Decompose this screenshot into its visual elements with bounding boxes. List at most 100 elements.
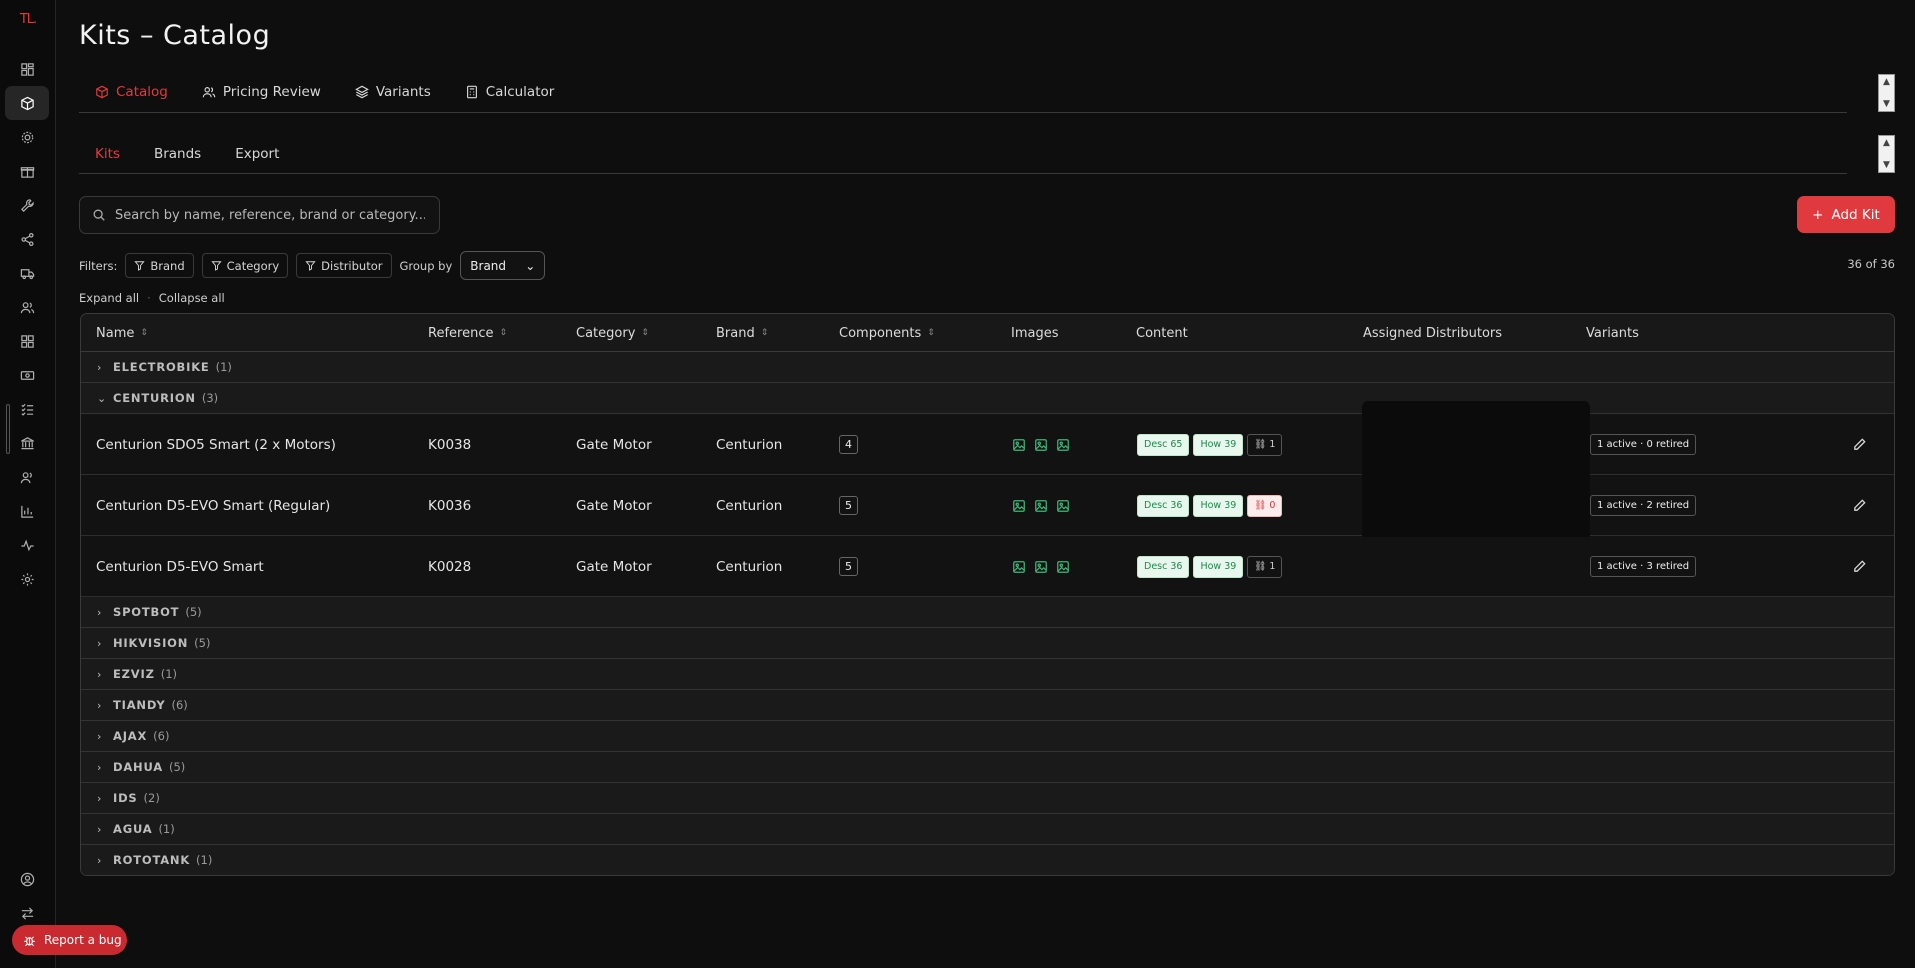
kit-name[interactable]: Centurion SDO5 Smart (2 x Motors) [96,414,336,475]
how-badge[interactable]: How 39 [1193,555,1244,578]
image-icon[interactable] [1056,560,1070,574]
group-row-tiandy[interactable]: › TIANDY (6) [81,690,1894,721]
sort-icon: ⇕ [760,328,769,338]
expand-all-link[interactable]: Expand all [79,291,139,305]
tab-variants[interactable]: Variants [338,78,448,106]
kit-components: 5 [839,475,858,536]
tab-brands[interactable]: Brands [140,140,215,168]
tab-calculator[interactable]: Calculator [448,78,572,106]
group-row-agua[interactable]: › AGUA (1) [81,814,1894,845]
scroll-up-icon[interactable]: ▲ [1883,138,1890,148]
col-name[interactable]: Name ⇕ [96,314,148,352]
box-icon [96,85,108,99]
group-row-ajax[interactable]: › AJAX (6) [81,721,1894,752]
group-row-electrobike[interactable]: › ELECTROBIKE (1) [81,352,1894,383]
sidebar-item-share[interactable] [5,222,49,256]
add-kit-button[interactable]: + Add Kit [1797,196,1895,233]
sidebar-item-kits[interactable] [5,86,49,120]
sidebar-item-delivery[interactable] [5,256,49,290]
kit-content: Desc 36 How 39 ⛓ 0 [1137,475,1283,536]
sidebar-item-activity[interactable] [5,528,49,562]
variants-badge[interactable]: 1 active · 3 retired [1590,556,1697,577]
filter-brand[interactable]: Brand [125,253,194,278]
col-reference[interactable]: Reference ⇕ [428,314,507,352]
sidebar-item-tools[interactable] [5,188,49,222]
desc-badge[interactable]: Desc 65 [1137,433,1190,456]
sidebar-item-tasks[interactable] [5,392,49,426]
sidebar-item-apps[interactable] [5,324,49,358]
sidebar-item-profile[interactable] [5,862,49,896]
chevron-right-icon: › [97,667,103,681]
image-icon[interactable] [1012,438,1026,452]
duplicate-button[interactable] [1893,475,1894,536]
duplicate-button[interactable] [1893,536,1894,597]
how-badge[interactable]: How 39 [1193,433,1244,456]
image-icon[interactable] [1034,438,1048,452]
col-brand[interactable]: Brand ⇕ [716,314,768,352]
group-row-spotbot[interactable]: › SPOTBOT (5) [81,597,1894,628]
filter-category[interactable]: Category [201,253,289,278]
group-row-hikvision[interactable]: › HIKVISION (5) [81,628,1894,659]
sidebar-item-finance[interactable] [5,358,49,392]
kit-name[interactable]: Centurion D5-EVO Smart (Regular) [96,475,330,536]
group-row-rototank[interactable]: › ROTOTANK (1) [81,845,1894,875]
scroll-down-icon[interactable]: ▼ [1883,99,1890,109]
report-bug-button[interactable]: Report a bug [12,925,127,955]
kit-name[interactable]: Centurion D5-EVO Smart [96,536,264,597]
sidebar-item-customers[interactable] [5,290,49,324]
sidebar-item-team[interactable] [5,460,49,494]
image-icon[interactable] [1034,499,1048,513]
collapse-all-link[interactable]: Collapse all [159,291,225,305]
group-row-dahua[interactable]: › DAHUA (5) [81,752,1894,783]
duplicate-button[interactable] [1893,414,1894,475]
components-badge[interactable]: 5 [839,496,858,515]
components-badge[interactable]: 5 [839,557,858,576]
variants-badge[interactable]: 1 active · 2 retired [1590,495,1697,516]
group-by-select[interactable]: Brand ⌄ [460,251,546,280]
variants-badge[interactable]: 1 active · 0 retired [1590,434,1697,455]
filter-distributor[interactable]: Distributor [296,253,392,278]
col-category[interactable]: Category ⇕ [576,314,649,352]
sidebar-item-reports[interactable] [5,494,49,528]
image-icon[interactable] [1012,560,1026,574]
group-row-ezviz[interactable]: › EZVIZ (1) [81,659,1894,690]
desc-badge[interactable]: Desc 36 [1137,494,1190,517]
sub-tabs-scroll[interactable]: ▲ ▼ [1878,135,1895,173]
how-badge[interactable]: How 39 [1193,494,1244,517]
group-row-centurion[interactable]: ⌄ CENTURION (3) [81,383,1894,414]
col-components[interactable]: Components ⇕ [839,314,935,352]
links-badge[interactable]: ⛓ 1 [1247,433,1283,456]
group-row-ids[interactable]: › IDS (2) [81,783,1894,814]
sidebar-item-bank[interactable] [5,426,49,460]
sidebar-item-components[interactable] [5,120,49,154]
edit-button[interactable] [1852,536,1867,597]
table-row[interactable]: Centurion D5-EVO Smart K0028 Gate Motor … [81,536,1894,597]
tab-catalog[interactable]: Catalog [79,78,185,106]
main-tabs-scroll[interactable]: ▲ ▼ [1878,74,1895,112]
sidebar-item-gifts[interactable] [5,154,49,188]
components-badge[interactable]: 4 [839,435,858,454]
sidebar-item-settings[interactable] [5,562,49,596]
table-row[interactable]: Centurion D5-EVO Smart (Regular) K0036 G… [81,475,1894,536]
tab-export[interactable]: Export [221,140,293,168]
tab-kits[interactable]: Kits [79,140,134,168]
links-badge[interactable]: ⛓ 1 [1247,555,1283,578]
table-row[interactable]: Centurion SDO5 Smart (2 x Motors) K0038 … [81,414,1894,475]
scroll-up-icon[interactable]: ▲ [1883,77,1890,87]
scroll-down-icon[interactable]: ▼ [1883,160,1890,170]
edit-button[interactable] [1852,414,1867,475]
image-icon[interactable] [1056,499,1070,513]
links-badge[interactable]: ⛓ 0 [1247,494,1283,517]
image-icon[interactable] [1012,499,1026,513]
sidebar-item-dashboard[interactable] [5,52,49,86]
tab-pricing-review[interactable]: Pricing Review [185,78,338,106]
app-logo[interactable]: TL. [0,12,56,27]
image-icon[interactable] [1034,560,1048,574]
tab-variants-label: Variants [375,84,431,100]
users-icon [202,87,216,98]
image-icon[interactable] [1056,438,1070,452]
desc-badge[interactable]: Desc 36 [1137,555,1190,578]
search-input[interactable] [115,207,425,223]
edit-button[interactable] [1852,475,1867,536]
col-content: Content [1136,314,1188,352]
